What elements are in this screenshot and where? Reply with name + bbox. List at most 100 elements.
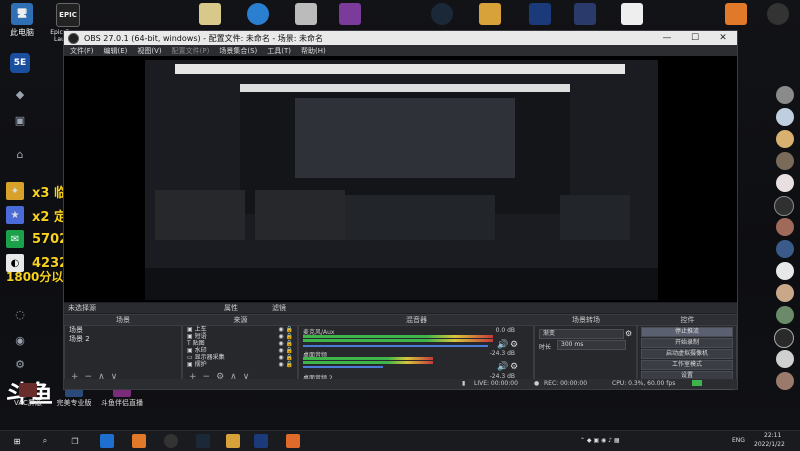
windows-start-icon[interactable]: ⊞ (10, 434, 24, 448)
volume-meter (303, 357, 433, 360)
scene-item[interactable]: 场景 (65, 326, 181, 335)
eye-icon[interactable]: ◉ 🔒 (278, 361, 293, 368)
obs-preview[interactable] (64, 56, 737, 302)
5e-dock-icon[interactable]: 5E (10, 53, 30, 73)
duration-input[interactable]: 300 ms (557, 340, 626, 350)
tray-icons[interactable]: ⌃ ◆ ▣ ◉ ♪ ▦ (580, 437, 620, 444)
friend-avatar[interactable] (776, 306, 794, 324)
dock-item-search[interactable]: ◌ (10, 304, 30, 324)
mixer-panel: 麦克风/Aux 0.0 dB 🔊 ⚙ 桌面音频 -24.3 dB 🔊 ⚙ 桌面音… (298, 325, 534, 383)
menu-edit[interactable]: 编辑(E) (104, 46, 128, 56)
menu-file[interactable]: 文件(F) (70, 46, 94, 56)
volume-slider[interactable] (303, 345, 488, 347)
desktop-icon-document[interactable] (612, 3, 652, 27)
gear-icon[interactable]: ⚙ (510, 362, 518, 372)
source-item[interactable]: ▣ 上车 ◉ 🔒 (183, 326, 297, 333)
source-item[interactable]: ▣ 短语 ◉ 🔒 (183, 333, 297, 340)
window-controls: — ☐ ✕ (653, 33, 737, 43)
filters-tab[interactable]: 滤镜 (272, 303, 286, 313)
studio-mode-button[interactable]: 工作室模式 (641, 360, 733, 370)
transition-type-select[interactable]: 渐变 (539, 329, 624, 339)
friend-avatar[interactable] (774, 328, 794, 348)
maximize-icon[interactable]: ☐ (681, 33, 709, 43)
menu-tools[interactable]: 工具(T) (267, 46, 291, 56)
source-item[interactable]: ▣ 水印 ◉ 🔒 (183, 347, 297, 354)
source-item[interactable]: ▣ 摆护 ◉ 🔒 (183, 361, 297, 368)
friend-avatar[interactable] (776, 130, 794, 148)
desktop-icon-orange-app[interactable] (716, 3, 756, 27)
source-item[interactable]: ▭ 显示器采集 ◉ 🔒 (183, 354, 297, 361)
input-language[interactable]: ENG (732, 437, 745, 444)
friend-avatar[interactable] (776, 218, 794, 236)
start-virtual-camera-button[interactable]: 启动虚拟摄像机 (641, 349, 733, 359)
desktop-icon-csgo[interactable] (470, 3, 510, 27)
dock-item-6[interactable]: ⚙ (10, 354, 30, 374)
source-type-icon: ▣ (187, 326, 195, 333)
desktop-icon-this-pc[interactable]: 🖥 此电脑 (2, 3, 42, 38)
desktop-icon-5e[interactable] (520, 3, 560, 27)
friend-avatar[interactable] (776, 240, 794, 258)
eye-icon[interactable]: ◉ 🔒 (278, 354, 293, 361)
eye-icon[interactable]: ◉ 🔒 (278, 347, 293, 354)
eye-icon[interactable]: ◉ 🔒 (278, 326, 293, 333)
friend-avatar[interactable] (776, 86, 794, 104)
speaker-icon[interactable]: 🔊 (497, 362, 508, 372)
eye-icon[interactable]: ◉ 🔒 (278, 333, 293, 340)
close-icon[interactable]: ✕ (709, 33, 737, 43)
desktop-icon-database[interactable] (330, 3, 370, 27)
desktop-icon-folder[interactable] (190, 3, 230, 27)
steam-taskbar-icon[interactable] (196, 434, 210, 448)
clock-date[interactable]: 2022/1/22 (754, 441, 785, 448)
properties-tab[interactable]: 属性 (224, 303, 238, 313)
gear-icon[interactable]: ⚙ (510, 340, 518, 350)
task-view-icon[interactable]: ❐ (68, 434, 82, 448)
eye-icon[interactable]: ◉ 🔒 (278, 340, 293, 347)
friend-avatar[interactable] (776, 350, 794, 368)
source-item[interactable]: T 贴图 ◉ 🔒 (183, 340, 297, 347)
controls-title: 控件 (680, 316, 695, 324)
gear-icon[interactable]: ⚙ (625, 329, 632, 338)
dock-item-1[interactable]: ◆ (10, 84, 30, 104)
desktop-icon-steam[interactable] (422, 3, 462, 27)
obs-icon (767, 3, 789, 25)
clock-time[interactable]: 22:11 (764, 432, 781, 439)
stop-streaming-button[interactable]: 停止推流 (641, 327, 733, 337)
scene-item[interactable]: 场景 2 (65, 335, 181, 344)
5e-taskbar-icon[interactable] (254, 434, 268, 448)
taskbar-app-icon-2[interactable] (286, 434, 300, 448)
minimize-icon[interactable]: — (653, 33, 681, 43)
volume-slider[interactable] (303, 366, 383, 368)
menu-scene-collection[interactable]: 场景集合(S) (219, 46, 257, 56)
friend-avatar[interactable] (774, 196, 794, 216)
dock-item-2[interactable]: ▣ (10, 110, 30, 130)
friend-avatar[interactable] (776, 284, 794, 302)
speaker-icon[interactable]: 🔊 (497, 340, 508, 350)
desktop-icon-obs[interactable] (758, 3, 798, 27)
edge-icon[interactable] (100, 434, 114, 448)
desktop-icon-perfect[interactable] (565, 3, 605, 27)
obs-taskbar-icon[interactable] (164, 434, 178, 448)
epic-icon: EPIC (56, 3, 80, 27)
taskbar-app-icon[interactable] (132, 434, 146, 448)
menu-view[interactable]: 视图(V) (137, 46, 161, 56)
source-type-icon: ▣ (187, 361, 195, 368)
desktop-icon-label: 此电脑 (10, 28, 34, 37)
search-icon[interactable]: ⌕ (38, 434, 52, 448)
menu-help[interactable]: 帮助(H) (301, 46, 326, 56)
database-icon (339, 3, 361, 25)
dock-item-3[interactable]: ⌂ (10, 144, 30, 164)
friend-avatar[interactable] (776, 108, 794, 126)
obs-titlebar[interactable]: OBS 27.0.1 (64-bit, windows) - 配置文件: 未命名… (64, 31, 737, 45)
csgo-taskbar-icon[interactable] (226, 434, 240, 448)
friend-avatar[interactable] (776, 262, 794, 280)
friend-avatar[interactable] (776, 174, 794, 192)
desktop-icon-zip[interactable] (238, 3, 278, 27)
friend-avatar[interactable] (776, 372, 794, 390)
desktop-icon-app[interactable] (286, 3, 326, 27)
dock-item-5[interactable]: ◉ (10, 330, 30, 350)
start-recording-button[interactable]: 开始录制 (641, 338, 733, 348)
app-icon (295, 3, 317, 25)
preview-recursive-capture (145, 60, 658, 300)
friend-avatar[interactable] (776, 152, 794, 170)
menu-profile[interactable]: 配置文件(P) (172, 46, 210, 56)
